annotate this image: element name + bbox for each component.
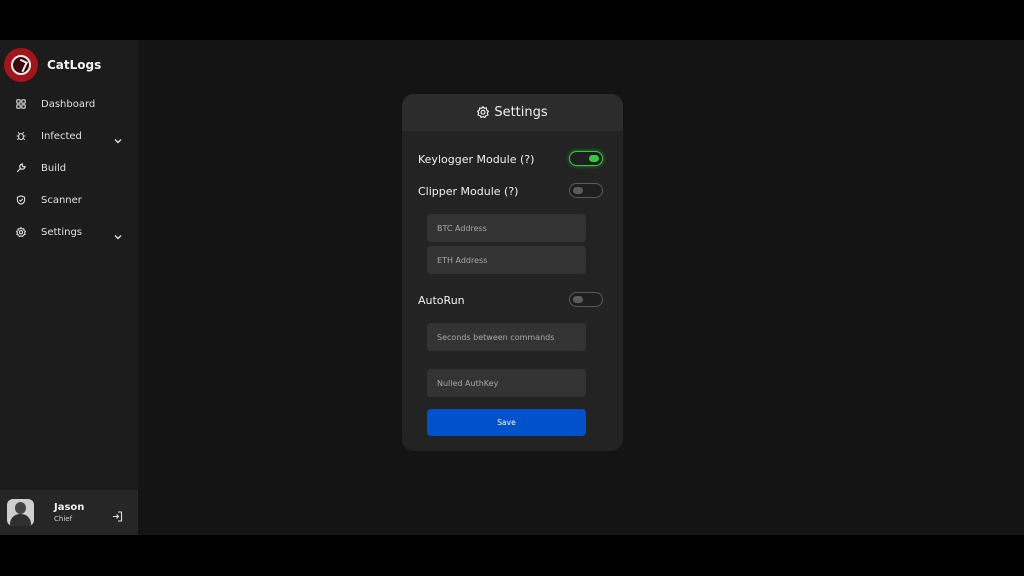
sidebar: CatLogs Dashboard Infected Build Scanner… bbox=[0, 40, 138, 535]
bug-icon bbox=[16, 131, 26, 141]
user-name: Jason bbox=[54, 502, 85, 513]
sidebar-item-label: Infected bbox=[41, 130, 82, 142]
user-info: Jason Chief bbox=[54, 502, 84, 523]
clipper-label[interactable]: Clipper Module (?) bbox=[418, 185, 518, 198]
keylogger-toggle[interactable] bbox=[569, 151, 603, 166]
autorun-row: AutoRun bbox=[418, 291, 603, 309]
wrench-icon bbox=[16, 163, 26, 173]
app-window: CatLogs Dashboard Infected Build Scanner… bbox=[0, 40, 1024, 535]
gear-icon bbox=[477, 103, 490, 122]
sidebar-item-label: Build bbox=[41, 162, 67, 174]
autorun-toggle[interactable] bbox=[569, 292, 603, 307]
sidebar-item-label: Dashboard bbox=[41, 98, 96, 110]
avatar[interactable] bbox=[7, 499, 34, 526]
clipper-toggle[interactable] bbox=[569, 183, 603, 198]
seconds-between-commands-input[interactable] bbox=[427, 323, 586, 351]
sidebar-item-label: Settings bbox=[41, 226, 83, 238]
autorun-label: AutoRun bbox=[418, 293, 465, 307]
keylogger-row: Keylogger Module (?) bbox=[418, 150, 603, 168]
clipper-row: Clipper Module (?) bbox=[418, 182, 603, 200]
chevron-down-icon[interactable] bbox=[113, 131, 123, 144]
authkey-input[interactable] bbox=[427, 369, 586, 397]
keylogger-label[interactable]: Keylogger Module (?) bbox=[418, 153, 534, 166]
chevron-down-icon[interactable] bbox=[113, 227, 123, 240]
gear-icon bbox=[16, 227, 26, 237]
logout-icon[interactable] bbox=[112, 507, 123, 522]
app-name: CatLogs bbox=[47, 58, 102, 72]
sidebar-item-scanner[interactable]: Scanner bbox=[0, 184, 138, 216]
sidebar-item-settings[interactable]: Settings bbox=[0, 216, 138, 248]
settings-header: Settings bbox=[402, 94, 623, 131]
settings-title: Settings bbox=[494, 105, 548, 120]
sidebar-item-infected[interactable]: Infected bbox=[0, 120, 138, 152]
save-button[interactable]: Save bbox=[427, 409, 586, 436]
sidebar-item-dashboard[interactable]: Dashboard bbox=[0, 88, 138, 120]
shield-check-icon bbox=[16, 195, 26, 205]
brand[interactable]: CatLogs bbox=[4, 48, 101, 82]
btc-address-input[interactable] bbox=[427, 214, 586, 242]
settings-card: Settings Keylogger Module (?) Clipper Mo… bbox=[402, 94, 623, 451]
user-role: Chief bbox=[54, 515, 73, 523]
user-panel: Jason Chief bbox=[0, 490, 138, 535]
eth-address-input[interactable] bbox=[427, 246, 586, 274]
sidebar-nav: Dashboard Infected Build Scanner Setting… bbox=[0, 88, 138, 248]
grid-icon bbox=[16, 99, 26, 109]
catlogs-logo bbox=[4, 48, 38, 82]
sidebar-item-label: Scanner bbox=[41, 194, 82, 206]
sidebar-item-build[interactable]: Build bbox=[0, 152, 138, 184]
